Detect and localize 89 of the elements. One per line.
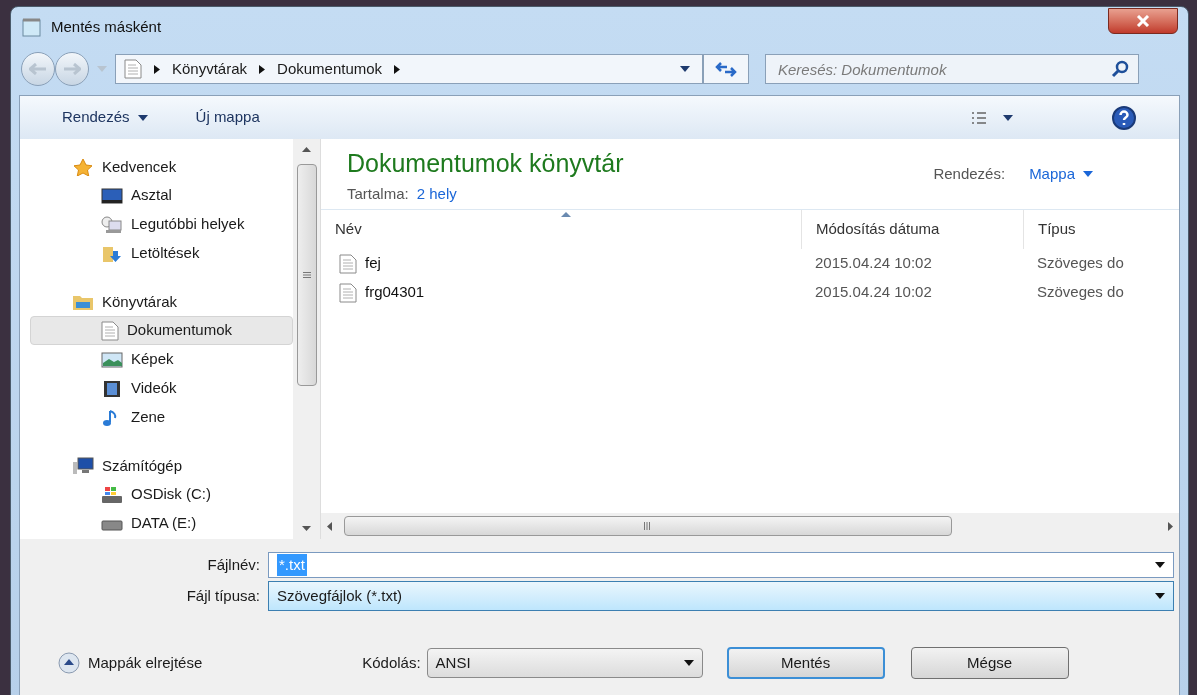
- collapse-up-icon: [58, 652, 80, 674]
- document-icon: [339, 282, 357, 303]
- grip-icon: [644, 522, 652, 530]
- document-icon: [339, 253, 357, 274]
- back-button[interactable]: [21, 52, 55, 86]
- file-name[interactable]: fej: [365, 252, 381, 275]
- arrange-dropdown[interactable]: Mappa: [1029, 163, 1093, 186]
- breadcrumb-item[interactable]: Könyvtárak: [172, 57, 248, 81]
- refresh-button[interactable]: [703, 54, 749, 84]
- scroll-left-icon: [327, 521, 332, 531]
- pictures-icon: [101, 350, 123, 369]
- documents-icon: [124, 59, 142, 79]
- navigation-item[interactable]: Videók: [30, 374, 293, 403]
- navigation-item[interactable]: OSDisk (C:): [30, 480, 293, 509]
- contents-label: Tartalma:: [347, 183, 409, 204]
- arrange-label: Rendezés:: [933, 164, 1006, 184]
- organize-menu[interactable]: Rendezés: [62, 106, 148, 129]
- breadcrumb-arrow-icon: [259, 64, 266, 74]
- desktop-icon: [101, 186, 123, 205]
- forward-arrow-icon: [63, 63, 81, 75]
- scroll-down-icon: [302, 526, 311, 531]
- close-button[interactable]: [1108, 8, 1178, 34]
- scrollbar-thumb[interactable]: [296, 164, 317, 386]
- table-cell-text: Szöveges do: [1036, 253, 1124, 274]
- column-header[interactable]: Típus: [1023, 210, 1179, 249]
- encoding-dropdown[interactable]: ANSI: [426, 648, 703, 678]
- breadcrumb-arrow-icon: [154, 64, 160, 74]
- recent-places-icon: [101, 215, 123, 234]
- new-folder-button[interactable]: Új mappa: [195, 106, 260, 129]
- filename-value: *.txt: [277, 553, 307, 577]
- dialog-button[interactable]: Mentés: [726, 647, 885, 679]
- navigation-item[interactable]: DATA (E:): [30, 509, 293, 538]
- refresh-arrows-icon: [715, 61, 737, 77]
- sort-arrow-icon: [561, 212, 571, 217]
- address-bar[interactable]: Könyvtárak Dokumentumok: [115, 54, 703, 84]
- breadcrumb-arrow-icon: [394, 64, 401, 74]
- navigation-item[interactable]: Képek: [30, 345, 293, 374]
- computer-icon: [72, 457, 94, 475]
- folder-icon: [72, 293, 94, 311]
- horizontal-scrollbar[interactable]: [321, 513, 1179, 539]
- filetype-label: Fájl típusa:: [185, 585, 261, 606]
- search-icon: [1111, 60, 1129, 78]
- column-header[interactable]: Módosítás dátuma: [801, 210, 1023, 249]
- file-name[interactable]: frg04301: [365, 281, 425, 304]
- navigation-item[interactable]: Letöltések: [30, 239, 293, 268]
- dropdown-arrow-icon: [1155, 562, 1165, 568]
- filename-label: Fájlnév:: [206, 554, 261, 575]
- locations-link[interactable]: 2 hely: [416, 182, 457, 205]
- search-field[interactable]: Keresés: Dokumentumok: [765, 54, 1139, 84]
- encoding-label: Kódolás:: [362, 652, 421, 673]
- dropdown-arrow-icon: [1083, 171, 1093, 178]
- grip-icon: [302, 272, 311, 278]
- dropdown-arrow-icon: [680, 66, 690, 72]
- navigation-group[interactable]: Könyvtárak: [30, 288, 293, 316]
- drive-icon: [101, 485, 123, 504]
- table-cell-text: Szöveges do: [1036, 282, 1124, 303]
- history-dropdown-icon: [97, 66, 107, 72]
- scroll-up-icon: [302, 147, 311, 152]
- view-options-button[interactable]: [971, 110, 1013, 125]
- back-arrow-icon: [29, 63, 47, 75]
- dropdown-arrow-icon: [1003, 114, 1013, 121]
- navigation-group[interactable]: Kedvencek: [30, 153, 293, 181]
- navigation-item[interactable]: Dokumentumok: [30, 316, 293, 345]
- documents-icon: [101, 320, 119, 341]
- help-icon[interactable]: [1111, 104, 1137, 131]
- filetype-dropdown[interactable]: Szövegfájlok (*.txt): [268, 581, 1174, 611]
- column-header[interactable]: Név: [321, 210, 801, 249]
- navigation-item[interactable]: Zene: [30, 403, 293, 432]
- hide-folders-button[interactable]: Mappák elrejtése: [58, 651, 203, 675]
- download-folder-icon: [101, 244, 123, 263]
- details-view-icon: [971, 110, 987, 125]
- star-icon: [72, 158, 94, 176]
- library-title: Dokumentumok könyvtár: [347, 148, 624, 179]
- scroll-right-icon: [1168, 521, 1173, 531]
- dialog-button[interactable]: Mégse: [910, 647, 1069, 679]
- dropdown-arrow-icon: [683, 660, 694, 666]
- vertical-scrollbar[interactable]: [293, 139, 320, 539]
- dropdown-arrow-icon: [137, 114, 148, 121]
- navigation-item[interactable]: Legutóbbi helyek: [30, 210, 293, 239]
- close-icon: [1136, 15, 1150, 27]
- table-cell-text: 2015.04.24 10:02: [814, 253, 933, 274]
- breadcrumb-item[interactable]: Dokumentumok: [277, 57, 383, 81]
- window-title: Mentés másként: [51, 16, 162, 37]
- navigation-item[interactable]: Asztal: [30, 181, 293, 210]
- table-cell-text: 2015.04.24 10:02: [814, 282, 933, 303]
- navigation-group[interactable]: Számítógép: [30, 452, 293, 480]
- dropdown-arrow-icon: [1155, 593, 1165, 599]
- scrollbar-thumb[interactable]: [344, 516, 952, 536]
- forward-button[interactable]: [55, 52, 89, 86]
